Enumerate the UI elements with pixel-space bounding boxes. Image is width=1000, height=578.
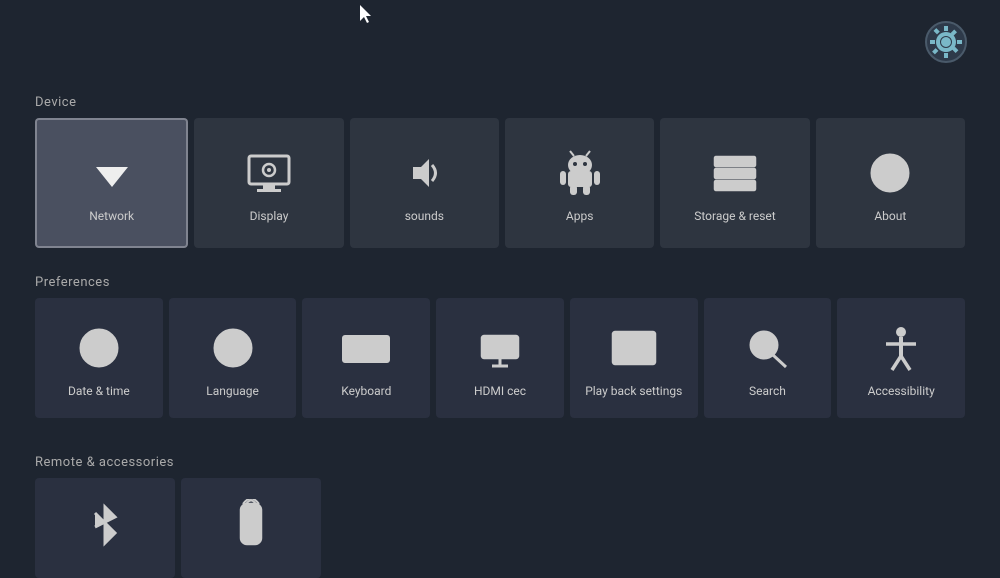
apps-tile-label: Apps (566, 209, 594, 223)
remote-section-label: Remote & accessories (35, 455, 965, 470)
sounds-tile-label: sounds (405, 209, 444, 223)
storage-icon (709, 147, 761, 199)
keyboard-tile-label: Keyboard (341, 384, 391, 398)
hdmi-tile-label: HDMI cec (474, 384, 526, 398)
hdmi-icon (474, 322, 526, 374)
globe-icon (207, 322, 259, 374)
display-icon (243, 147, 295, 199)
about-tile-label: About (874, 209, 906, 223)
preferences-section-label: Preferences (35, 275, 965, 290)
search-tile-label: Search (749, 384, 786, 398)
accessibility-icon (875, 322, 927, 374)
accessibility-tile[interactable]: Accessibility (837, 298, 965, 418)
remote-tile[interactable] (181, 478, 321, 578)
device-section: Device Network Display (35, 95, 965, 248)
network-tile[interactable]: Network (35, 118, 188, 248)
bluetooth-tile[interactable] (35, 478, 175, 578)
storage-tile[interactable]: Storage & reset (660, 118, 809, 248)
about-tile[interactable]: About (816, 118, 965, 248)
cursor (360, 5, 376, 25)
sounds-tile[interactable]: sounds (350, 118, 499, 248)
preferences-tiles-row: Date & time Language (35, 298, 965, 418)
apps-tile[interactable]: Apps (505, 118, 654, 248)
display-tile-label: Display (250, 209, 289, 223)
clock-icon (73, 322, 125, 374)
accessibility-tile-label: Accessibility (868, 384, 935, 398)
storage-tile-label: Storage & reset (694, 209, 775, 223)
wifi-icon (86, 147, 138, 199)
keyboard-tile[interactable]: Keyboard (302, 298, 430, 418)
volume-icon (398, 147, 450, 199)
datetime-tile[interactable]: Date & time (35, 298, 163, 418)
settings-gear-icon[interactable] (922, 18, 970, 66)
device-section-label: Device (35, 95, 965, 110)
keyboard-icon (340, 322, 392, 374)
android-icon (554, 147, 606, 199)
search-tile[interactable]: Search (704, 298, 832, 418)
playback-tile-label: Play back settings (585, 384, 682, 398)
display-tile[interactable]: Display (194, 118, 343, 248)
playback-tile[interactable]: Play back settings (570, 298, 698, 418)
remote-tiles-row (35, 478, 965, 578)
info-icon (864, 147, 916, 199)
remote-section: Remote & accessories (35, 455, 965, 578)
bluetooth-icon (79, 499, 131, 551)
language-tile[interactable]: Language (169, 298, 297, 418)
device-tiles-row: Network Display (35, 118, 965, 248)
language-tile-label: Language (206, 384, 259, 398)
film-icon (608, 322, 660, 374)
preferences-section: Preferences Date & time (35, 275, 965, 418)
hdmi-tile[interactable]: HDMI cec (436, 298, 564, 418)
datetime-tile-label: Date & time (68, 384, 130, 398)
network-tile-label: Network (89, 209, 134, 223)
search-icon (741, 322, 793, 374)
remote-icon (225, 499, 277, 551)
